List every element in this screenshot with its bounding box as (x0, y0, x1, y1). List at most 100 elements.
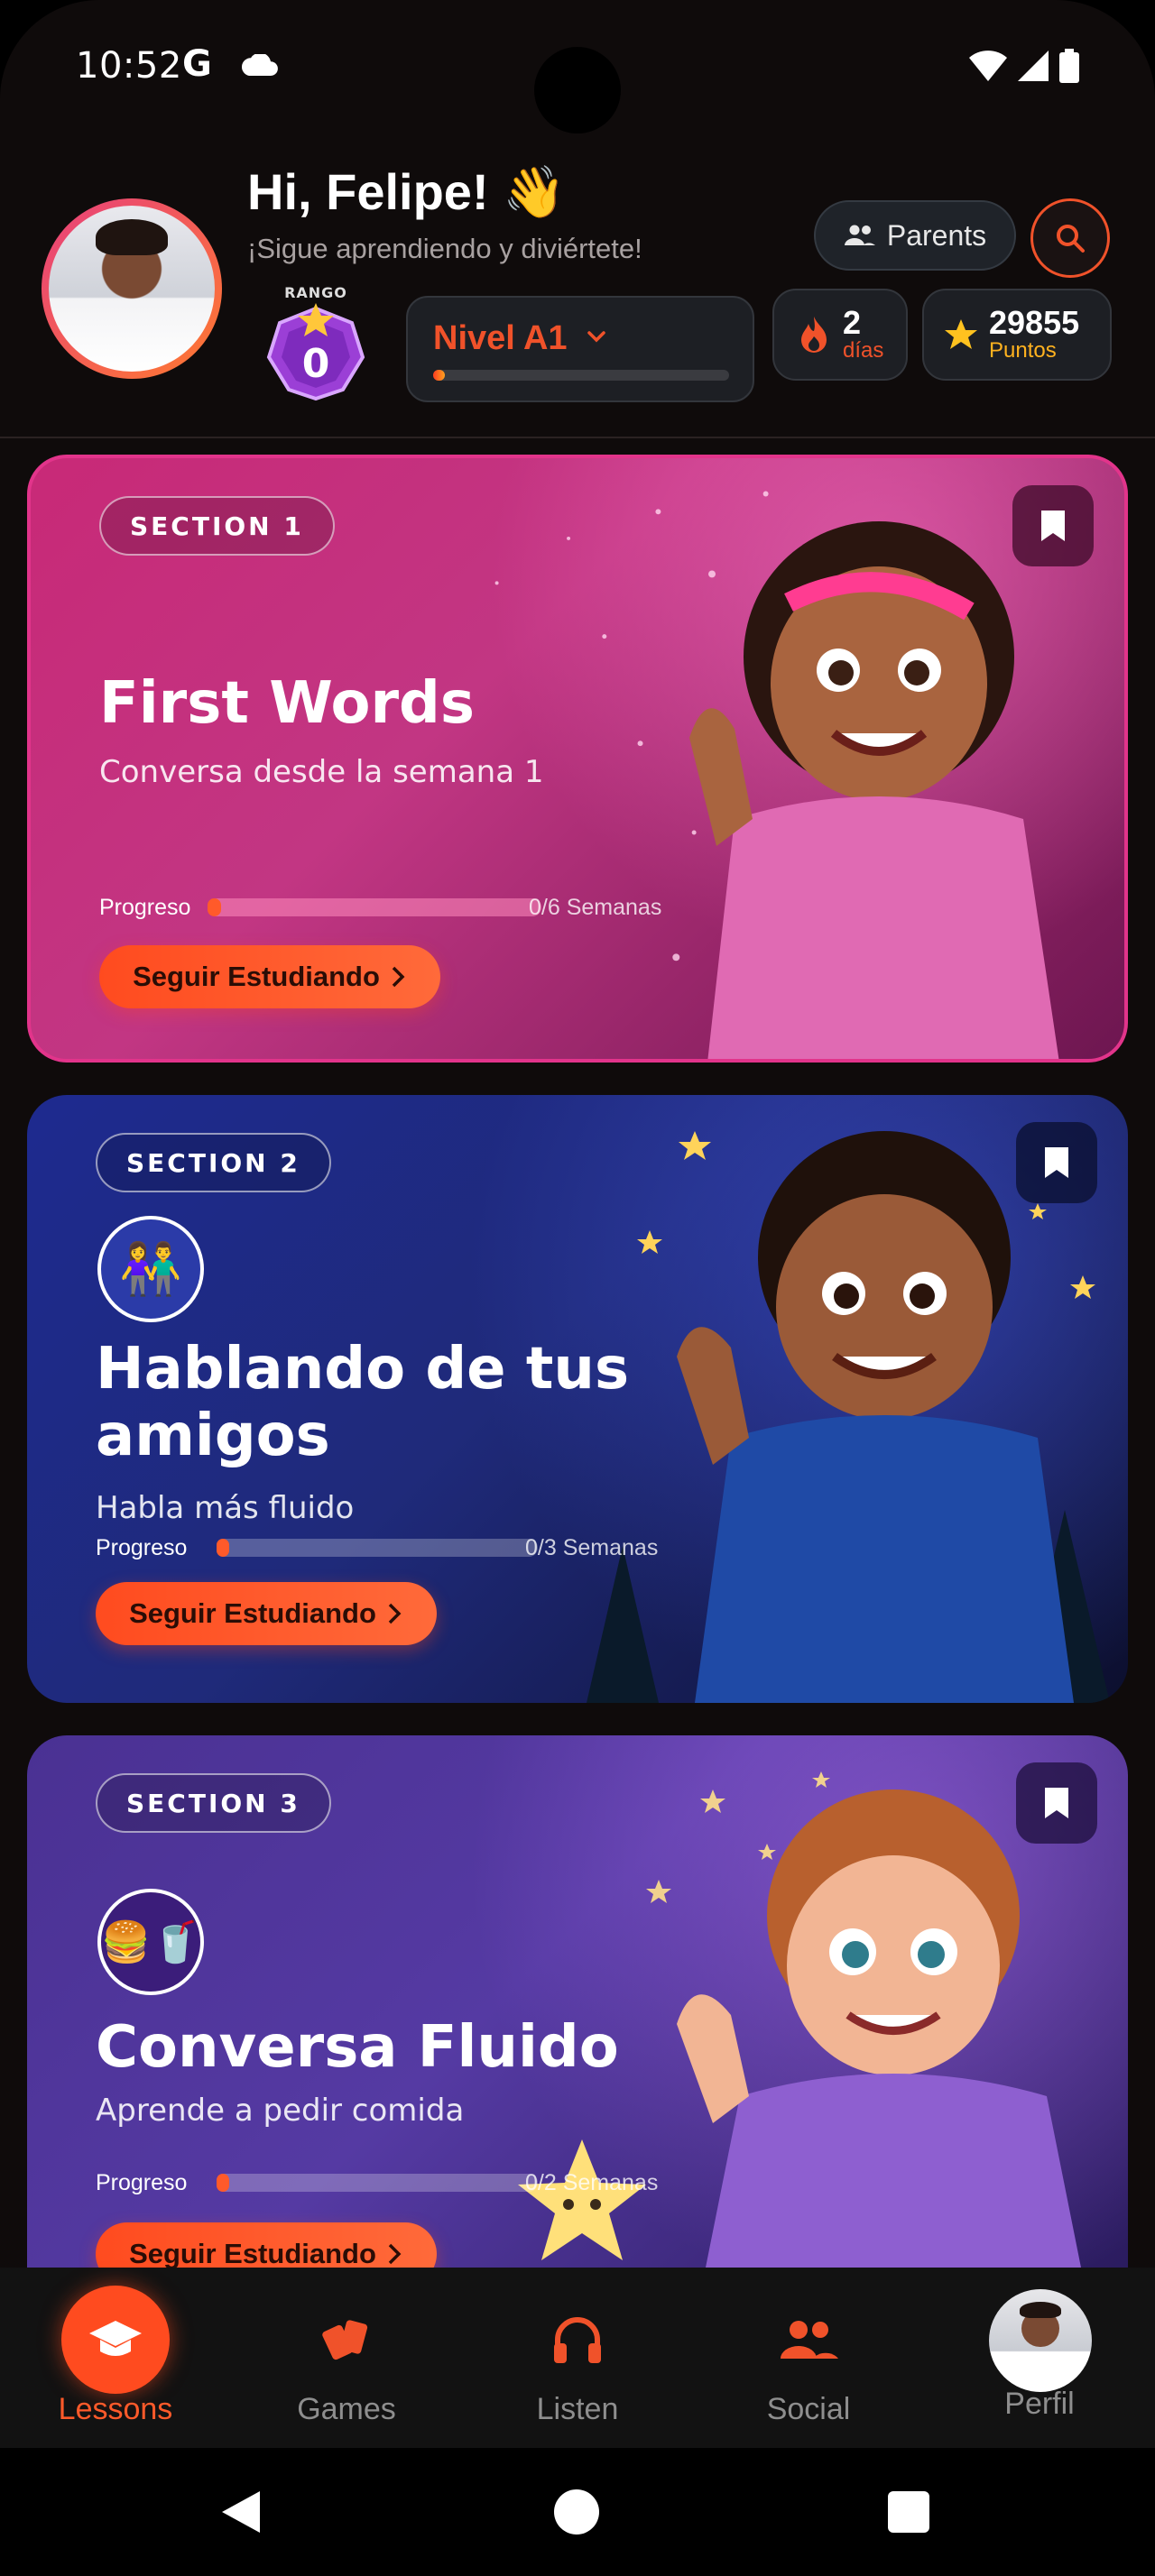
system-nav-bar (0, 2448, 1155, 2576)
girl-studying-illustration (677, 1789, 1083, 2277)
chevron-right-icon (388, 2243, 402, 2265)
avatar-photo (49, 206, 215, 372)
star-mascot-illustration (518, 2139, 646, 2260)
nav-perfil[interactable]: Perfil (924, 2268, 1155, 2448)
points-counter[interactable]: 29855 Puntos (922, 289, 1112, 381)
section-subtitle: Aprende a pedir comida (96, 2093, 465, 2129)
home-icon[interactable] (554, 2489, 599, 2535)
bookmark-icon (1041, 511, 1065, 541)
recents-icon[interactable] (888, 2491, 929, 2533)
nav-listen[interactable]: Listen (462, 2268, 693, 2448)
nav-lessons-label: Lessons (58, 2392, 173, 2426)
bookmark-button[interactable] (1016, 1762, 1097, 1844)
nav-games[interactable]: Games (231, 2268, 462, 2448)
graduation-cap-icon (89, 2321, 142, 2356)
search-button[interactable] (1030, 198, 1110, 278)
section-title: Conversa Fluido (96, 2014, 619, 2081)
app-screen: 10:52 G Hi, Felipe! 👋 ¡Sigue aprendiendo… (0, 0, 1155, 2576)
headphones-icon (554, 2317, 601, 2363)
level-progress-fill (433, 370, 446, 381)
section-title: First Words (99, 670, 475, 737)
chevron-right-icon (388, 1603, 402, 1624)
nav-listen-icon-wrap (523, 2286, 632, 2394)
status-time: 10:52 (76, 45, 182, 87)
rank-gem: 0 (263, 301, 368, 402)
avatar (989, 2289, 1092, 2392)
google-icon: G (182, 43, 212, 85)
chevron-right-icon (392, 966, 405, 988)
friends-topic-icon: 👫 (97, 1216, 204, 1322)
cards-icon (322, 2320, 368, 2360)
camera-cutout (534, 47, 621, 133)
section-pill: SECTION 3 (96, 1773, 331, 1833)
streak-label: días (843, 337, 884, 363)
section-card-2[interactable]: SECTION 2 👫 Hablando de tus amigos Habla… (27, 1095, 1128, 1703)
level-label: Nivel A1 (433, 319, 568, 357)
streak-counter[interactable]: 2 días (772, 289, 908, 381)
battery-icon (1059, 49, 1079, 83)
back-icon[interactable] (218, 2488, 263, 2536)
search-icon (1057, 225, 1085, 253)
bookmark-icon (1045, 1788, 1068, 1818)
nav-perfil-label: Perfil (1004, 2387, 1075, 2421)
nav-lessons-icon-wrap (61, 2286, 170, 2394)
profile-avatar[interactable] (42, 198, 222, 379)
progress-fill (217, 2174, 230, 2192)
continue-label: Seguir Estudiando (129, 2238, 376, 2269)
progress-text: 0/3 Semanas (525, 1535, 659, 1560)
progress-bar (208, 898, 541, 916)
points-label: Puntos (989, 337, 1057, 363)
continue-label: Seguir Estudiando (133, 961, 380, 992)
progress-label: Progreso (99, 895, 191, 920)
wifi-icon (969, 51, 1007, 81)
status-bar: 10:52 G (0, 0, 1155, 135)
continue-button[interactable]: Seguir Estudiando (96, 1582, 437, 1645)
flame-icon (801, 317, 827, 353)
section-card-3[interactable]: SECTION 3 🍔🥤 Conversa Fluido Aprende a p… (27, 1735, 1128, 2277)
progress-label: Progreso (96, 1535, 188, 1560)
continue-button[interactable]: Seguir Estudiando (99, 945, 440, 1008)
section-card-1[interactable]: SECTION 1 First Words Conversa desde la … (27, 455, 1128, 1063)
header-divider (0, 437, 1155, 438)
nav-lessons[interactable]: Lessons (0, 2268, 231, 2448)
bottom-nav: Lessons Games Listen Social Perfil (0, 2268, 1155, 2448)
parents-icon (844, 225, 875, 245)
nav-social-label: Social (766, 2392, 851, 2426)
status-icons (969, 49, 1079, 83)
girl-waving-illustration (689, 521, 1059, 1059)
progress-text: 0/6 Semanas (529, 895, 662, 920)
nav-social[interactable]: Social (693, 2268, 924, 2448)
nav-games-icon-wrap (292, 2286, 401, 2394)
bookmark-icon (1045, 1147, 1068, 1178)
progress-text: 0/2 Semanas (525, 2170, 659, 2195)
food-topic-icon: 🍔🥤 (97, 1889, 204, 1995)
progress-fill (208, 898, 221, 916)
parents-button[interactable]: Parents (814, 200, 1016, 271)
people-icon (781, 2321, 838, 2359)
section-pill: SECTION 2 (96, 1133, 331, 1192)
signal-icon (1018, 51, 1049, 81)
rank-label: RANGO (284, 284, 347, 301)
nav-listen-label: Listen (536, 2392, 619, 2426)
level-progress-bar (433, 370, 729, 381)
progress-label: Progreso (96, 2170, 188, 2195)
points-value: 29855 (989, 303, 1080, 341)
section-pill: SECTION 1 (99, 496, 335, 556)
progress-bar (217, 1539, 538, 1557)
section-title: Hablando de tus amigos (96, 1336, 630, 1469)
section-subtitle: Conversa desde la semana 1 (99, 754, 544, 790)
progress-bar (217, 2174, 538, 2192)
bookmark-button[interactable] (1012, 485, 1094, 566)
star-icon (945, 319, 977, 349)
level-selector[interactable]: Nivel A1 (406, 296, 754, 402)
nav-social-icon-wrap (754, 2286, 863, 2394)
cloud-icon (242, 54, 278, 76)
streak-value: 2 (843, 303, 862, 341)
greeting-subtitle: ¡Sigue aprendiendo y diviértete! (247, 233, 642, 264)
chevron-down-icon (587, 331, 605, 343)
rank-value: 0 (301, 341, 330, 387)
bookmark-button[interactable] (1016, 1122, 1097, 1203)
header: Hi, Felipe! 👋 ¡Sigue aprendiendo y divié… (0, 135, 1155, 437)
section-subtitle: Habla más fluido (96, 1490, 355, 1526)
rank-badge[interactable]: RANGO 0 (262, 284, 370, 401)
